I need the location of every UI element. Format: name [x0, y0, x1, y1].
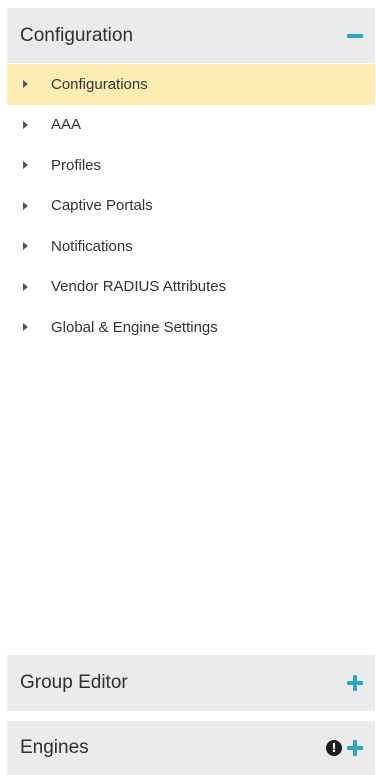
- tree-item-aaa[interactable]: AAA: [7, 105, 375, 146]
- tree-item-profiles[interactable]: Profiles: [7, 145, 375, 186]
- tree-item-label: Notifications: [51, 237, 133, 255]
- configuration-panel-header[interactable]: Configuration: [7, 8, 375, 63]
- tree-item-captive-portals[interactable]: Captive Portals: [7, 186, 375, 227]
- group-editor-panel-title: Group Editor: [20, 672, 128, 693]
- caret-right-icon[interactable]: [23, 201, 28, 210]
- warning-icon: !: [326, 740, 342, 756]
- engines-panel-title: Engines: [20, 737, 89, 758]
- caret-right-icon[interactable]: [23, 282, 28, 291]
- tree-item-label: Configurations: [51, 75, 148, 93]
- configuration-tree: Configurations AAA Profiles Captive Port…: [7, 64, 375, 348]
- tree-item-label: Captive Portals: [51, 197, 153, 215]
- tree-item-label: Vendor RADIUS Attributes: [51, 278, 227, 296]
- caret-right-icon[interactable]: [23, 242, 28, 251]
- caret-right-icon[interactable]: [23, 120, 28, 129]
- caret-right-icon[interactable]: [23, 161, 28, 170]
- expand-plus-icon[interactable]: [347, 740, 363, 756]
- caret-right-icon[interactable]: [23, 323, 28, 332]
- tree-item-configurations[interactable]: Configurations: [7, 64, 375, 105]
- expand-plus-icon[interactable]: [347, 675, 363, 691]
- tree-item-vendor-radius-attributes[interactable]: Vendor RADIUS Attributes: [7, 267, 375, 308]
- tree-item-label: AAA: [51, 116, 82, 134]
- configuration-panel-title: Configuration: [20, 24, 134, 46]
- engines-panel-header[interactable]: Engines !: [7, 721, 375, 775]
- collapse-minus-icon[interactable]: [347, 33, 363, 38]
- tree-item-label: Profiles: [51, 156, 102, 174]
- tree-item-global-engine-settings[interactable]: Global & Engine Settings: [7, 307, 375, 348]
- tree-item-notifications[interactable]: Notifications: [7, 226, 375, 267]
- group-editor-panel-header[interactable]: Group Editor: [7, 655, 375, 711]
- tree-item-label: Global & Engine Settings: [51, 318, 218, 336]
- caret-right-icon[interactable]: [23, 80, 28, 89]
